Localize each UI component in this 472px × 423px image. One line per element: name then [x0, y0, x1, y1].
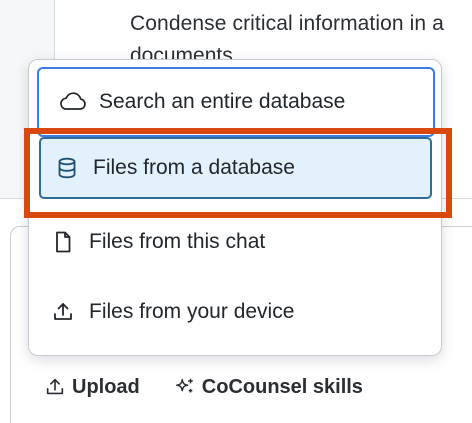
menu-item-files-from-chat[interactable]: Files from this chat — [37, 212, 435, 272]
upload-icon — [46, 378, 64, 395]
upload-icon — [54, 303, 72, 320]
cloud-icon — [60, 92, 86, 110]
menu-item-files-from-device[interactable]: Files from your device — [37, 282, 435, 342]
cocounsel-skills-label: CoCounsel skills — [201, 375, 363, 398]
composer-toolbar: Upload CoCounsel skills — [44, 372, 363, 402]
cocounsel-skills-button[interactable]: CoCounsel skills — [174, 376, 363, 399]
upload-button[interactable]: Upload — [44, 376, 140, 399]
sparkle-icon — [175, 378, 193, 393]
highlight-annotation-box — [24, 128, 452, 218]
menu-item-label: Files from this chat — [89, 230, 266, 253]
background-description-line1: Condense critical information in a — [130, 12, 444, 35]
menu-item-label: Search an entire database — [99, 90, 346, 113]
menu-item-search-database[interactable]: Search an entire database — [37, 67, 435, 137]
menu-item-label: Files from your device — [89, 300, 295, 323]
upload-label: Upload — [72, 375, 140, 398]
file-icon — [56, 231, 71, 253]
